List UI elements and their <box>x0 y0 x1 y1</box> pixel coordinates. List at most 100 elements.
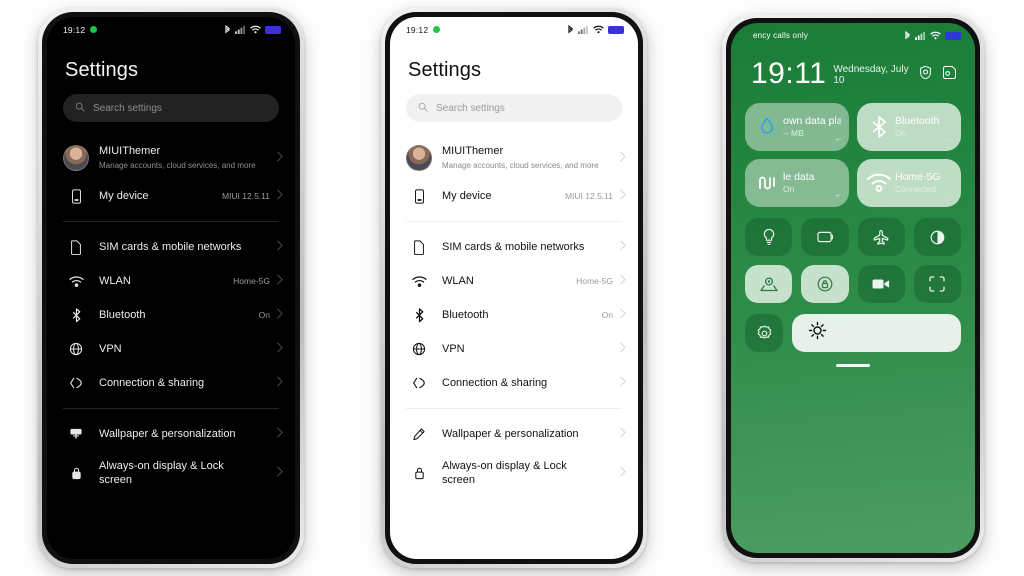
search-icon <box>75 102 85 115</box>
settings-row-connection-sharing[interactable]: Connection & sharing <box>47 366 295 400</box>
airplane-mode-icon <box>872 229 890 246</box>
row-label: WLAN <box>99 275 131 287</box>
brightness-slider[interactable] <box>792 314 961 352</box>
tile-settings[interactable] <box>745 314 783 352</box>
row-label: VPN <box>442 343 465 355</box>
settings-row-always-on-display[interactable]: Always-on display & Lock screen <box>390 451 638 495</box>
settings-row-my-device[interactable]: My device MIUI 12.5.11 <box>47 179 295 213</box>
tile-bluetooth[interactable]: Bluetooth On ⌐ <box>857 103 961 151</box>
row-value: On <box>601 310 613 320</box>
status-indicator-dot <box>433 26 441 33</box>
settings-content: Settings Search settings MIUIThemer Mana… <box>390 39 638 559</box>
row-value: On <box>258 310 270 320</box>
row-label: Always-on display & Lock screen <box>99 460 224 486</box>
row-label: Bluetooth <box>99 309 146 321</box>
settings-row-sim-cards[interactable]: SIM cards & mobile networks <box>390 230 638 264</box>
lock-icon <box>65 466 87 481</box>
row-label: SIM cards & mobile networks <box>99 241 242 253</box>
tile-title: le data <box>783 171 815 183</box>
tile-data-plan[interactable]: own data plan -- MB ⌐ <box>745 103 849 151</box>
search-placeholder: Search settings <box>93 102 162 114</box>
signal-icon <box>235 25 246 34</box>
tile-title: Bluetooth <box>895 115 940 127</box>
big-tiles-grid: own data plan -- MB ⌐ Bluetooth On ⌐ <box>745 103 961 207</box>
settings-row-vpn[interactable]: VPN <box>390 332 638 366</box>
row-label: My device <box>442 190 492 202</box>
do-not-disturb-icon <box>816 229 834 245</box>
row-value: Home-5G <box>233 276 270 286</box>
lock-rotation-icon <box>816 275 834 293</box>
settings-row-connection-sharing[interactable]: Connection & sharing <box>390 366 638 400</box>
tile-dark-mode[interactable] <box>913 218 961 256</box>
settings-row-wallpaper[interactable]: Wallpaper & personalization <box>47 417 295 451</box>
expand-arrow-icon[interactable]: ⌐ <box>836 134 841 144</box>
phone-control-center: ency calls only 19:11 Wednesday, July 10 <box>722 14 984 562</box>
drag-handle[interactable] <box>836 364 870 367</box>
row-label: VPN <box>99 343 122 355</box>
section-divider <box>63 408 279 409</box>
settings-row-vpn[interactable]: VPN <box>47 332 295 366</box>
lock-icon <box>408 466 430 481</box>
expand-arrow-icon[interactable]: ⌐ <box>836 190 841 200</box>
settings-row-wallpaper[interactable]: Wallpaper & personalization <box>390 417 638 451</box>
chevron-right-icon <box>276 149 283 167</box>
search-icon <box>418 102 428 115</box>
section-divider <box>406 221 622 222</box>
tile-lock-rotation[interactable] <box>801 265 849 303</box>
chevron-right-icon <box>619 187 626 205</box>
row-value: MIUI 12.5.11 <box>221 191 270 201</box>
account-row[interactable]: MIUIThemer Manage accounts, cloud servic… <box>390 136 638 179</box>
chevron-right-icon <box>619 238 626 256</box>
sim-card-icon <box>65 239 87 255</box>
settings-row-my-device[interactable]: My device MIUI 12.5.11 <box>390 179 638 213</box>
bluetooth-icon <box>904 30 911 41</box>
wifi-icon <box>250 25 261 34</box>
row-label: SIM cards & mobile networks <box>442 241 585 253</box>
settings-row-wlan[interactable]: WLAN Home-5G <box>390 264 638 298</box>
settings-row-sim-cards[interactable]: SIM cards & mobile networks <box>47 230 295 264</box>
tile-state: -- MB <box>783 128 804 138</box>
phone-bezel: 19:12 Settings Search settings MIUITheme… <box>42 12 300 564</box>
battery-icon <box>265 25 281 34</box>
brightness-icon <box>808 321 827 345</box>
row-label: Wallpaper & personalization <box>99 428 236 440</box>
note-icon[interactable] <box>942 65 957 85</box>
bluetooth-icon <box>865 114 893 140</box>
search-input[interactable]: Search settings <box>63 94 279 122</box>
settings-content: Settings Search settings MIUIThemer Mana… <box>47 39 295 559</box>
chevron-right-icon <box>276 306 283 324</box>
row-label: Connection & sharing <box>99 377 205 389</box>
globe-icon <box>65 342 87 356</box>
status-bar: ency calls only <box>731 23 975 45</box>
tile-title: Home-5G <box>895 171 941 183</box>
chevron-right-icon <box>276 425 283 443</box>
expand-arrow-icon[interactable]: ⌐ <box>948 190 953 200</box>
shield-check-icon[interactable] <box>918 65 933 85</box>
settings-row-bluetooth[interactable]: Bluetooth On <box>390 298 638 332</box>
row-label: Bluetooth <box>442 309 489 321</box>
tile-screenshot[interactable] <box>913 265 961 303</box>
phone-screen: ency calls only 19:11 Wednesday, July 10 <box>731 23 975 553</box>
settings-row-bluetooth[interactable]: Bluetooth On <box>47 298 295 332</box>
settings-row-wlan[interactable]: WLAN Home-5G <box>47 264 295 298</box>
account-name: MIUIThemer <box>442 145 504 157</box>
avatar <box>63 144 89 171</box>
battery-icon <box>945 31 961 40</box>
status-indicator-dot <box>90 26 98 33</box>
settings-row-always-on-display[interactable]: Always-on display & Lock screen <box>47 451 295 495</box>
tile-flashlight[interactable] <box>745 218 793 256</box>
tile-airplane-mode[interactable] <box>857 218 905 256</box>
tile-location[interactable] <box>745 265 793 303</box>
expand-arrow-icon[interactable]: ⌐ <box>948 134 953 144</box>
gear-icon <box>755 324 774 343</box>
tile-screen-recorder[interactable] <box>857 265 905 303</box>
chevron-right-icon <box>619 340 626 358</box>
tile-mobile-data[interactable]: le data On ⌐ <box>745 159 849 207</box>
search-input[interactable]: Search settings <box>406 94 622 122</box>
row-value: Home-5G <box>576 276 613 286</box>
row-value: MIUI 12.5.11 <box>564 191 613 201</box>
tile-wlan[interactable]: Home-5G Connected ⌐ <box>857 159 961 207</box>
account-row[interactable]: MIUIThemer Manage accounts, cloud servic… <box>47 136 295 179</box>
bluetooth-icon <box>408 307 430 323</box>
tile-do-not-disturb[interactable] <box>801 218 849 256</box>
